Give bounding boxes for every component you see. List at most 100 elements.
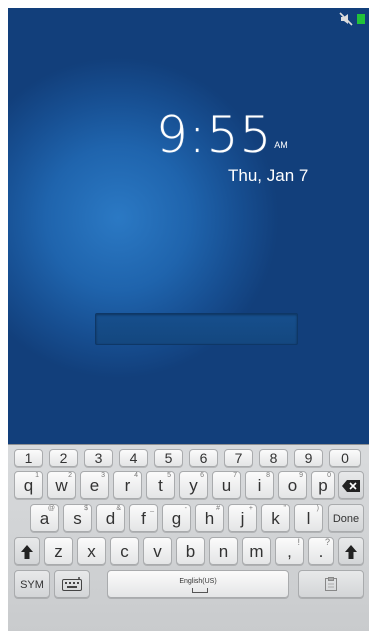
key-t[interactable]: t5	[146, 471, 175, 499]
key-6[interactable]: 6	[189, 449, 218, 467]
key-s[interactable]: s $	[63, 504, 92, 532]
key-label: i	[257, 476, 262, 495]
letter-row-3: z x c v b n m ,! .?	[8, 535, 369, 567]
keyboard-settings-key[interactable]	[54, 570, 90, 598]
key-p[interactable]: p0	[311, 471, 335, 499]
key-2[interactable]: 2	[49, 449, 78, 467]
key-hint: +	[248, 505, 253, 512]
key-a[interactable]: a @	[30, 504, 59, 532]
key-hint: $	[84, 505, 88, 512]
key-0[interactable]: 0	[329, 449, 361, 467]
key-r[interactable]: r4	[113, 471, 142, 499]
key-hint: 7	[233, 472, 237, 479]
space-language-label: English(US)	[179, 578, 217, 585]
shift-icon	[21, 545, 33, 559]
key-4[interactable]: 4	[119, 449, 148, 467]
battery-icon	[357, 14, 365, 24]
key-hint: 4	[134, 472, 138, 479]
shift-key-left[interactable]	[14, 537, 40, 565]
key-n[interactable]: n	[209, 537, 238, 565]
key-label: n	[218, 542, 229, 561]
key-comma[interactable]: ,!	[275, 537, 304, 565]
key-hint: _	[150, 505, 154, 512]
clock-ampm: AM	[274, 140, 288, 150]
key-label: e	[89, 476, 100, 495]
key-h[interactable]: h #	[195, 504, 224, 532]
key-label: j	[240, 509, 245, 528]
key-hint: @	[47, 505, 55, 512]
clipboard-icon	[325, 577, 337, 591]
key-x[interactable]: x	[77, 537, 106, 565]
key-label: m	[249, 542, 264, 561]
done-key[interactable]: Done	[328, 504, 364, 532]
key-label: f	[141, 509, 146, 528]
clock-date: Thu, Jan 7	[228, 166, 309, 185]
clipboard-key[interactable]	[298, 570, 364, 598]
key-label: ,	[287, 542, 292, 561]
shift-key-right[interactable]	[338, 537, 364, 565]
key-7[interactable]: 7	[224, 449, 253, 467]
status-bar	[8, 8, 369, 30]
key-hint: &	[116, 505, 121, 512]
key-z[interactable]: z	[44, 537, 73, 565]
key-label: d	[105, 509, 116, 528]
soft-keyboard: 1 2 3 4 5 6 7 8 9 0 q1 w2 e3 r4 t5 y6 u7…	[8, 444, 369, 631]
key-label: k	[271, 509, 280, 528]
key-label: g	[171, 509, 182, 528]
key-1[interactable]: 1	[14, 449, 43, 467]
key-label: v	[153, 542, 162, 561]
key-hint: 3	[101, 472, 105, 479]
key-label: o	[287, 476, 298, 495]
sym-key[interactable]: SYM	[14, 570, 50, 598]
key-hint: ?	[324, 537, 330, 547]
letter-row-1: q1 w2 e3 r4 t5 y6 u7 i8 o9 p0	[8, 469, 369, 501]
key-hint: -	[184, 505, 187, 512]
key-hint: "	[283, 505, 287, 512]
key-f[interactable]: f _	[129, 504, 158, 532]
letter-row-2: a @ s $ d & f _ g- h # j + k " l) Done	[8, 502, 369, 534]
key-e[interactable]: e3	[80, 471, 109, 499]
key-label: l	[306, 509, 311, 528]
key-m[interactable]: m	[242, 537, 271, 565]
key-i[interactable]: i8	[245, 471, 274, 499]
backspace-key[interactable]	[338, 471, 364, 499]
space-key[interactable]: English(US)	[107, 570, 289, 598]
key-hint: 9	[299, 472, 303, 479]
key-k[interactable]: k "	[261, 504, 290, 532]
key-j[interactable]: j +	[228, 504, 257, 532]
key-hint: 0	[327, 472, 331, 479]
mute-icon	[339, 12, 353, 26]
key-d[interactable]: d &	[96, 504, 125, 532]
key-w[interactable]: w2	[47, 471, 76, 499]
key-v[interactable]: v	[143, 537, 172, 565]
key-l[interactable]: l)	[294, 504, 323, 532]
key-b[interactable]: b	[176, 537, 205, 565]
key-9[interactable]: 9	[294, 449, 323, 467]
backspace-icon	[342, 480, 360, 492]
key-hint: )	[316, 505, 319, 512]
key-label: u	[221, 476, 232, 495]
key-hint: #	[216, 505, 220, 512]
key-label: q	[23, 476, 34, 495]
key-c[interactable]: c	[110, 537, 139, 565]
key-label: b	[185, 542, 196, 561]
key-hint: 5	[167, 472, 171, 479]
key-8[interactable]: 8	[259, 449, 288, 467]
key-3[interactable]: 3	[84, 449, 113, 467]
key-g[interactable]: g-	[162, 504, 191, 532]
key-o[interactable]: o9	[278, 471, 307, 499]
key-label: s	[73, 509, 82, 528]
key-label: .	[318, 542, 324, 561]
bottom-row: SYM English(US)	[8, 568, 369, 600]
space-bar-icon	[192, 588, 208, 593]
key-5[interactable]: 5	[154, 449, 183, 467]
key-period[interactable]: .?	[308, 537, 334, 565]
key-label: y	[189, 476, 198, 495]
key-u[interactable]: u7	[212, 471, 241, 499]
key-label: c	[120, 542, 129, 561]
lockscreen: 9:55 AM Thu, Jan 7	[8, 8, 369, 444]
keyboard-settings-icon	[62, 577, 82, 591]
key-q[interactable]: q1	[14, 471, 43, 499]
password-input[interactable]	[95, 313, 298, 345]
key-y[interactable]: y6	[179, 471, 208, 499]
